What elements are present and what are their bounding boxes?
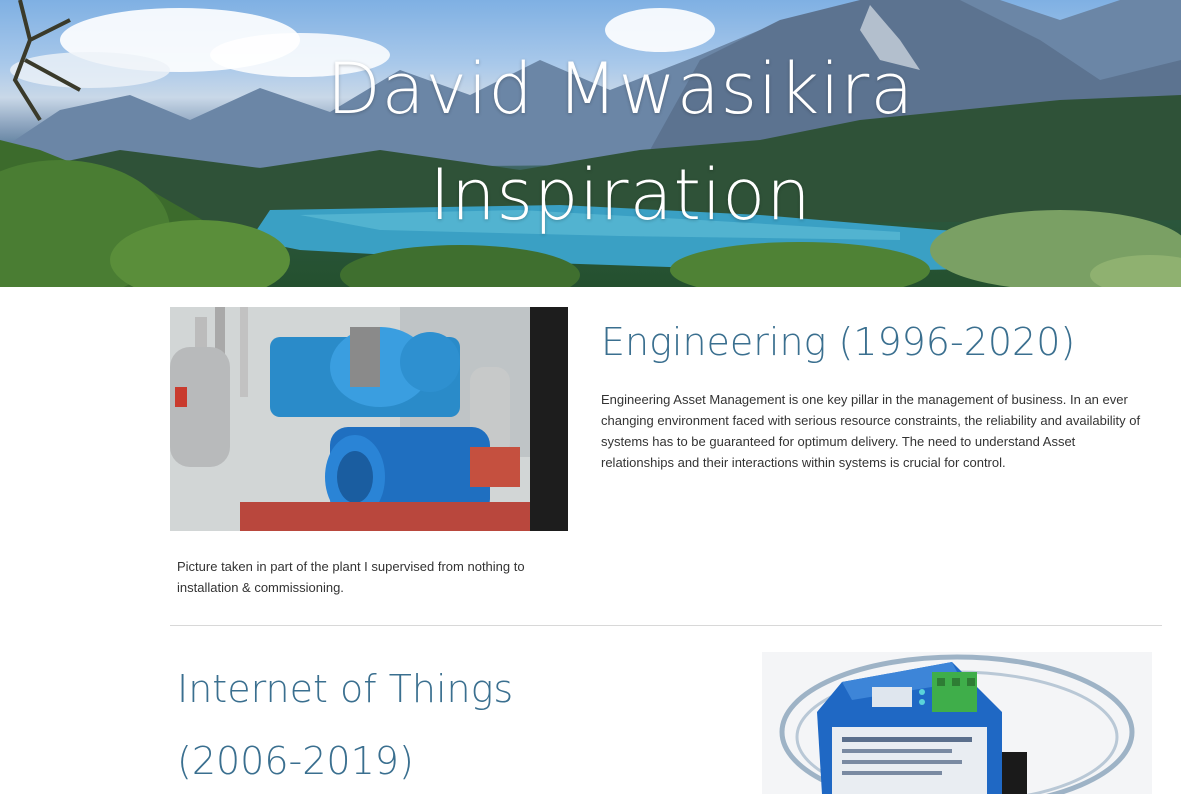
sensor-device-image xyxy=(762,652,1152,794)
plant-compressor-photo xyxy=(170,307,568,531)
iot-heading: Internet of Things xyxy=(177,667,514,711)
site-title-line1: David Mwasikira xyxy=(326,48,915,130)
engineering-description: Engineering Asset Management is one key … xyxy=(601,392,1141,470)
photo-caption: Picture taken in part of the plant I sup… xyxy=(177,559,525,595)
hero-banner: David Mwasikira Inspiration xyxy=(0,0,1181,287)
hero-landscape-image xyxy=(0,0,1181,287)
site-title-line2: Inspiration xyxy=(429,154,812,236)
iot-sensor-photo xyxy=(762,652,1152,794)
section-divider xyxy=(170,625,1162,626)
compressor-image xyxy=(170,307,568,531)
engineering-heading: Engineering (1996-2020) xyxy=(601,320,1076,364)
iot-years: (2006-2019) xyxy=(177,739,414,783)
